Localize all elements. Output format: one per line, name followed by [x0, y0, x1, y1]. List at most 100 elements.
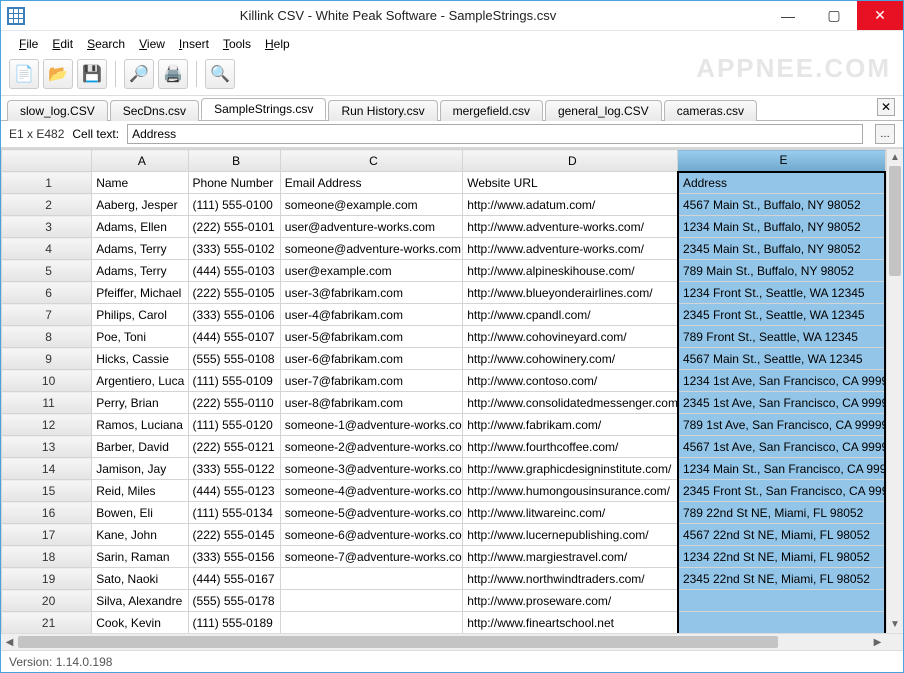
open-button[interactable]: 📂 — [43, 59, 73, 89]
menu-tools[interactable]: Tools — [217, 35, 257, 53]
cell[interactable]: (111) 555-0109 — [188, 370, 280, 392]
cell[interactable]: http://www.graphicdesigninstitute.com/ — [463, 458, 678, 480]
cell[interactable]: someone-4@adventure-works.com — [280, 480, 462, 502]
find-button[interactable]: 🔍 — [205, 59, 235, 89]
row-header[interactable]: 3 — [2, 216, 92, 238]
cell[interactable]: (222) 555-0145 — [188, 524, 280, 546]
cell[interactable]: 4567 Main St., Seattle, WA 12345 — [678, 348, 885, 370]
row-header[interactable]: 18 — [2, 546, 92, 568]
cell[interactable]: 1234 1st Ave, San Francisco, CA 99999 — [678, 370, 885, 392]
cell[interactable]: user@example.com — [280, 260, 462, 282]
cell[interactable]: 4567 22nd St NE, Miami, FL 98052 — [678, 524, 885, 546]
cell[interactable]: 2345 Main St., Buffalo, NY 98052 — [678, 238, 885, 260]
cell[interactable]: http://www.margiestravel.com/ — [463, 546, 678, 568]
cell[interactable]: http://www.northwindtraders.com/ — [463, 568, 678, 590]
cell[interactable]: Kane, John — [92, 524, 188, 546]
cell[interactable]: user-5@fabrikam.com — [280, 326, 462, 348]
file-tab[interactable]: SecDns.csv — [110, 100, 199, 121]
cell[interactable]: 789 1st Ave, San Francisco, CA 99999 — [678, 414, 885, 436]
row-header[interactable]: 14 — [2, 458, 92, 480]
row-header[interactable]: 1 — [2, 172, 92, 194]
cell[interactable]: (444) 555-0107 — [188, 326, 280, 348]
cell[interactable]: Adams, Ellen — [92, 216, 188, 238]
column-header[interactable]: C — [280, 150, 462, 172]
row-header[interactable]: 11 — [2, 392, 92, 414]
cell[interactable]: (222) 555-0101 — [188, 216, 280, 238]
cell[interactable]: (222) 555-0110 — [188, 392, 280, 414]
cell[interactable]: someone-6@adventure-works.com — [280, 524, 462, 546]
select-all-corner[interactable] — [2, 150, 92, 172]
row-header[interactable]: 21 — [2, 612, 92, 634]
cell[interactable]: someone@adventure-works.com — [280, 238, 462, 260]
cell[interactable]: (444) 555-0123 — [188, 480, 280, 502]
menu-help[interactable]: Help — [259, 35, 296, 53]
row-header[interactable]: 10 — [2, 370, 92, 392]
cell[interactable]: http://www.alpineskihouse.com/ — [463, 260, 678, 282]
cell[interactable]: http://www.proseware.com/ — [463, 590, 678, 612]
row-header[interactable]: 19 — [2, 568, 92, 590]
cell[interactable]: Adams, Terry — [92, 260, 188, 282]
horizontal-scrollbar[interactable]: ◀ ▶ — [1, 633, 903, 650]
print-button[interactable]: 🖨️ — [158, 59, 188, 89]
row-header[interactable]: 5 — [2, 260, 92, 282]
cell[interactable]: Email Address — [280, 172, 462, 194]
cell[interactable]: 2345 1st Ave, San Francisco, CA 99999 — [678, 392, 885, 414]
cell[interactable]: http://www.blueyonderairlines.com/ — [463, 282, 678, 304]
cell[interactable]: Poe, Toni — [92, 326, 188, 348]
cell[interactable]: http://www.litwareinc.com/ — [463, 502, 678, 524]
expand-cell-button[interactable]: … — [875, 124, 895, 144]
cell[interactable]: Bowen, Eli — [92, 502, 188, 524]
cell[interactable]: Cook, Kevin — [92, 612, 188, 634]
cell[interactable]: user@adventure-works.com — [280, 216, 462, 238]
cell[interactable]: http://www.fineartschool.net — [463, 612, 678, 634]
cell[interactable]: 4567 1st Ave, San Francisco, CA 99999 — [678, 436, 885, 458]
row-header[interactable]: 9 — [2, 348, 92, 370]
cell[interactable]: http://www.fourthcoffee.com/ — [463, 436, 678, 458]
row-header[interactable]: 13 — [2, 436, 92, 458]
file-tab[interactable]: slow_log.CSV — [7, 100, 108, 121]
cell[interactable]: (222) 555-0105 — [188, 282, 280, 304]
column-header[interactable]: D — [463, 150, 678, 172]
menu-search[interactable]: Search — [81, 35, 131, 53]
menu-insert[interactable]: Insert — [173, 35, 215, 53]
cell[interactable]: (111) 555-0189 — [188, 612, 280, 634]
cell[interactable]: 2345 22nd St NE, Miami, FL 98052 — [678, 568, 885, 590]
cell[interactable]: (111) 555-0134 — [188, 502, 280, 524]
print-preview-button[interactable]: 🔎 — [124, 59, 154, 89]
cell[interactable]: someone@example.com — [280, 194, 462, 216]
cell[interactable]: Phone Number — [188, 172, 280, 194]
cell[interactable] — [678, 590, 885, 612]
cell[interactable]: http://www.cohovineyard.com/ — [463, 326, 678, 348]
cell[interactable]: (555) 555-0178 — [188, 590, 280, 612]
cell[interactable]: Name — [92, 172, 188, 194]
row-header[interactable]: 7 — [2, 304, 92, 326]
vertical-scrollbar[interactable]: ▲ ▼ — [886, 149, 903, 633]
close-button[interactable]: ✕ — [857, 1, 903, 30]
cell[interactable]: someone-5@adventure-works.com — [280, 502, 462, 524]
row-header[interactable]: 4 — [2, 238, 92, 260]
cell[interactable]: http://www.adventure-works.com/ — [463, 238, 678, 260]
cell[interactable]: Silva, Alexandre — [92, 590, 188, 612]
cell[interactable] — [678, 612, 885, 634]
row-header[interactable]: 16 — [2, 502, 92, 524]
column-header[interactable]: E — [678, 150, 885, 172]
column-header[interactable]: B — [188, 150, 280, 172]
cell[interactable]: Aaberg, Jesper — [92, 194, 188, 216]
scroll-up-icon[interactable]: ▲ — [887, 149, 903, 166]
cell[interactable]: (333) 555-0156 — [188, 546, 280, 568]
cell[interactable]: someone-3@adventure-works.com — [280, 458, 462, 480]
cell[interactable]: http://www.cpandl.com/ — [463, 304, 678, 326]
cell[interactable]: 4567 Main St., Buffalo, NY 98052 — [678, 194, 885, 216]
file-tab[interactable]: mergefield.csv — [440, 100, 543, 121]
cell[interactable]: http://www.humongousinsurance.com/ — [463, 480, 678, 502]
cell[interactable]: (111) 555-0120 — [188, 414, 280, 436]
cell[interactable]: Sato, Naoki — [92, 568, 188, 590]
scroll-left-icon[interactable]: ◀ — [1, 634, 18, 650]
cell[interactable]: 2345 Front St., San Francisco, CA 99999 — [678, 480, 885, 502]
cell[interactable]: Sarin, Raman — [92, 546, 188, 568]
cell[interactable]: 1234 Main St., Buffalo, NY 98052 — [678, 216, 885, 238]
minimize-button[interactable]: — — [765, 1, 811, 30]
cell[interactable]: 789 Main St., Buffalo, NY 98052 — [678, 260, 885, 282]
cell[interactable]: (111) 555-0100 — [188, 194, 280, 216]
cell[interactable]: 789 22nd St NE, Miami, FL 98052 — [678, 502, 885, 524]
